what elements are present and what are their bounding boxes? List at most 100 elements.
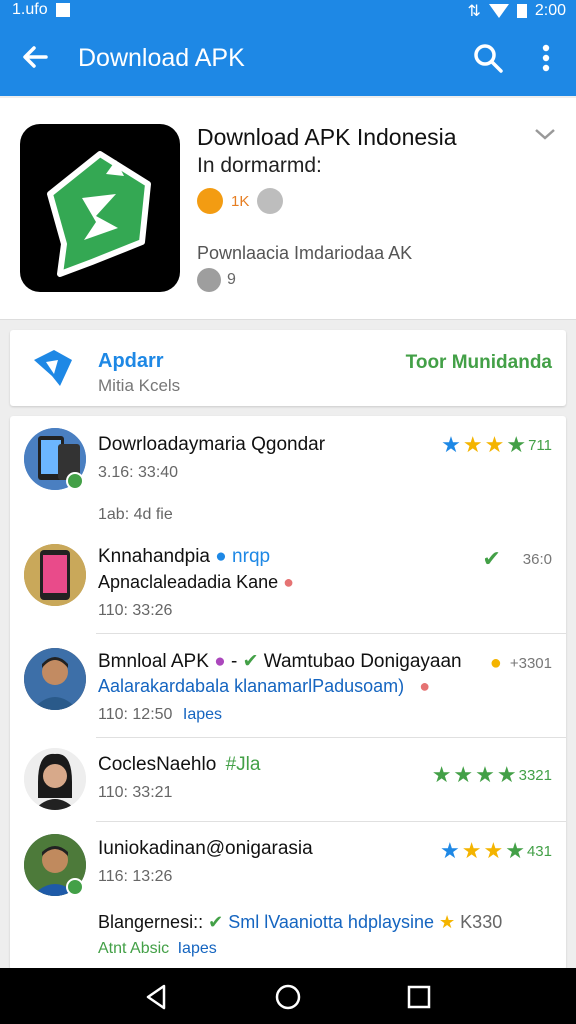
home-circle-icon[interactable] [273,982,303,1012]
status-left-text: 1.ufo [12,1,48,18]
back-triangle-icon[interactable] [142,982,172,1012]
more-vert-icon[interactable] [532,42,560,74]
wifi-icon [488,4,509,18]
item-subtitle-tag: Sml lVaaniotta hdplaysine [228,912,434,932]
app-bar-title: Download APK [78,44,245,72]
item-time: 110: 12:50 Iapes [98,706,223,723]
item-right-text: 431 [526,842,552,860]
heart-icon[interactable] [197,268,221,292]
list-item[interactable]: Bmnloal APK ● - ✔ Wamtubao Donigayaan Aa… [10,634,566,738]
star-icon: ★ [505,838,525,863]
item-title: Dowrloadaymaria Qgondar [98,434,326,455]
star-icon: ★ [441,432,461,457]
system-nav-bar [0,968,576,1024]
item-footer: Atnt Absic Iapes [98,940,217,958]
star-icon: ★ [484,432,505,457]
star-icon: ★ [462,432,483,457]
avatar [24,544,86,606]
check-icon: ✔ [482,546,501,571]
item-rating: ★ ★ ★ ★ 431 [440,840,552,862]
avatar [24,748,86,810]
list-item[interactable]: Knnahandpia ● nrqp Apnaclaleadadia Kane … [10,532,566,634]
item-title: Bmnloal APK ● - ✔ Wamtubao Donigayaan [98,651,462,672]
recents-square-icon[interactable] [404,982,434,1012]
item-time: 3.16: 33:40 [98,464,179,481]
item-subtitle-right: K330 [460,912,503,932]
app-count: 1K [231,192,250,210]
item-footer-text: Atnt Absic [98,940,170,957]
item-right-text: +3301 [509,655,552,672]
item-rating: ★ ★ ★ ★ 3321 [432,764,552,786]
app-title: Download APK Indonesia [197,124,457,150]
developer-title: Apdarr [98,350,164,372]
avatar [24,648,86,710]
verified-badge-icon [66,472,84,490]
star-icon: ★ [439,912,456,932]
verified-icon: ● [215,546,227,567]
item-time: 116: 13:26 [98,868,173,885]
person-avatar-icon [24,748,86,810]
star-icon: ★ [431,762,452,787]
developer-card[interactable]: Apdarr Mitia Kcels Toor Munidanda [10,330,566,406]
star-icon: ★ [496,762,517,787]
item-time: 110: 33:21 [98,784,173,801]
item-title-tag: nrqp [232,546,271,567]
star-icon: ★ [440,838,460,863]
item-subtitle: Blangernesi:: ✔ Sml lVaaniotta hdplaysin… [98,912,503,932]
developer-action-link[interactable]: Toor Munidanda [406,352,552,374]
emoji-icon: ● [283,572,295,592]
developer-logo-icon [34,350,72,386]
item-title: CoclesNaehlo #Jla [98,754,261,775]
app-meta: 1K [197,188,284,214]
item-footer-tag[interactable]: Iapes [178,940,217,957]
search-icon[interactable] [472,42,504,74]
list-item[interactable]: Dowrloadaymaria Qgondar 3.16: 33:40 1ab:… [10,416,566,532]
check-icon: ✔ [242,651,259,672]
item-rating: ★ ★ ★ ★ 711 [441,434,552,456]
star-icon: ★ [483,838,504,863]
item-meta: ● +3301 [490,652,552,675]
star-icon: ★ [475,762,495,787]
item-title-tag: Wamtubao Donigayaan [263,651,462,672]
item-extra: 1ab: 4d fie [98,506,173,523]
item-right-text: 36:0 [522,550,552,568]
star-icon: ★ [453,762,474,787]
item-title-tag: #Jla [225,754,261,775]
phone-thumbnail-icon [24,544,86,606]
item-meta: ✔ 36:0 [482,546,552,572]
star-icon: ★ [506,432,527,457]
status-time: 2:00 [534,2,566,19]
app-icon[interactable] [20,124,180,292]
item-time-tag[interactable]: Iapes [183,706,222,723]
item-time: 110: 33:26 [98,602,173,619]
developer-subtitle: Mitia Kcels [98,376,181,395]
list-item[interactable]: CoclesNaehlo #Jla 110: 33:21 ★ ★ ★ ★ 332… [10,738,566,822]
battery-icon [516,4,527,18]
star-icon: ★ [461,838,482,863]
app-bar: Download APK [0,22,576,96]
review-list: Dowrloadaymaria Qgondar 3.16: 33:40 1ab:… [10,416,566,970]
person-avatar-icon [24,648,86,710]
list-item[interactable]: Iuniokadinan@onigarasia 116: 13:26 Blang… [10,822,566,970]
item-right-text: 711 [528,436,552,454]
item-right-text: 3321 [518,766,552,784]
verified-badge-icon [66,878,84,896]
chat-bubble-logo-icon [47,151,151,277]
badge-icon: ● [214,651,226,672]
app-description: Pownlaacia Imdariodaa AK [197,243,413,263]
signal-icon: ⇅ [467,3,481,20]
arrow-left-icon[interactable] [18,40,52,74]
fire-icon [197,188,223,214]
app-rating: 9 [227,271,236,288]
item-subtitle: Apnaclaleadadia Kane ● [98,572,295,592]
chevron-down-icon[interactable] [533,124,557,144]
notification-icon [55,3,70,17]
app-header-card: Download APK Indonesia In dormarmd: 1K P… [0,98,576,320]
app-meta-secondary: 9 [197,268,236,292]
emoji-icon: ● [489,652,502,674]
share-icon[interactable] [257,188,284,214]
item-title: Iuniokadinan@onigarasia [98,838,313,859]
item-title: Knnahandpia ● nrqp [98,546,271,567]
item-subtitle: Aalarakardabala klanamarlPadusoam) ● [98,676,431,696]
emoji-icon: ● [419,676,431,696]
